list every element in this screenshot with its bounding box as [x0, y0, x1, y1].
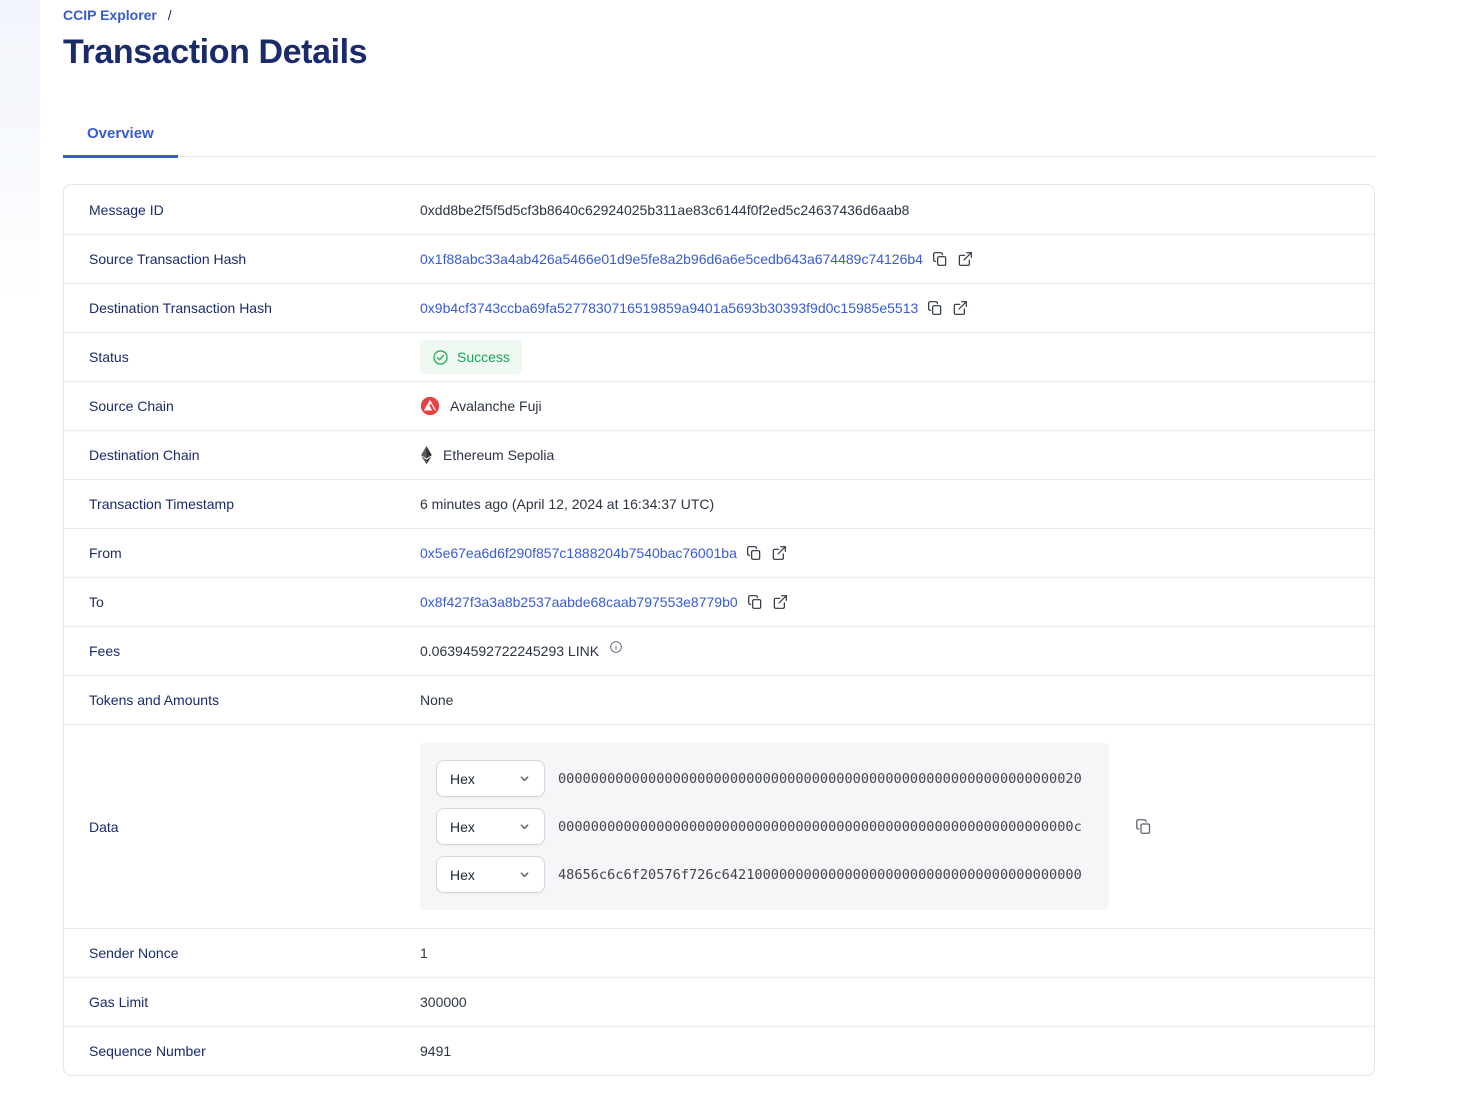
- to-address-link[interactable]: 0x8f427f3a3a8b2537aabde68caab797553e8779…: [420, 593, 738, 611]
- row-label: Status: [89, 349, 129, 365]
- destination-chain-name: Ethereum Sepolia: [443, 447, 555, 463]
- row-destination-tx-hash: Destination Transaction Hash 0x9b4cf3743…: [64, 283, 1374, 332]
- row-label: Message ID: [89, 201, 164, 218]
- row-label: Sequence Number: [89, 1043, 206, 1059]
- external-link-icon[interactable]: [772, 594, 788, 610]
- copy-icon[interactable]: [932, 251, 948, 267]
- breadcrumb-ccip-explorer-link[interactable]: CCIP Explorer: [63, 7, 157, 23]
- data-hex-line: 0000000000000000000000000000000000000000…: [558, 770, 1082, 787]
- copy-icon[interactable]: [1135, 818, 1152, 835]
- row-fees: Fees 0.06394592722245293 LINK: [64, 626, 1374, 675]
- page-content: CCIP Explorer / Transaction Details Over…: [63, 0, 1375, 1076]
- message-id-value: 0xdd8be2f5f5d5cf3b8640c62924025b311ae83c…: [420, 201, 910, 218]
- breadcrumb-separator: /: [167, 7, 172, 23]
- row-label: Destination Transaction Hash: [89, 300, 272, 316]
- check-circle-icon: [432, 349, 449, 366]
- row-data: Data Hex 0000000000000000000000000000000…: [64, 724, 1374, 928]
- row-label: To: [89, 594, 104, 610]
- copy-icon[interactable]: [927, 300, 943, 316]
- data-line: Hex 000000000000000000000000000000000000…: [436, 760, 1093, 797]
- data-hex-panel: Hex 000000000000000000000000000000000000…: [420, 743, 1109, 910]
- row-label: Transaction Timestamp: [89, 496, 234, 512]
- row-label: Sender Nonce: [89, 945, 179, 961]
- row-to: To 0x8f427f3a3a8b2537aabde68caab797553e8…: [64, 577, 1374, 626]
- external-link-icon[interactable]: [957, 251, 973, 267]
- tab-overview[interactable]: Overview: [63, 117, 178, 158]
- row-from: From 0x5e67ea6d6f290f857c1888204b7540bac…: [64, 528, 1374, 577]
- external-link-icon[interactable]: [952, 300, 968, 316]
- tab-bar: Overview: [63, 117, 1375, 158]
- row-label: Source Transaction Hash: [89, 251, 247, 267]
- avalanche-logo-icon: [420, 396, 440, 416]
- fees-value: 0.06394592722245293 LINK: [420, 643, 600, 659]
- data-hex-line: 48656c6c6f20576f726c64210000000000000000…: [558, 866, 1082, 883]
- info-icon[interactable]: [609, 640, 623, 654]
- data-format-select-value: Hex: [450, 770, 475, 787]
- transaction-timestamp-value: 6 minutes ago (April 12, 2024 at 16:34:3…: [420, 496, 715, 512]
- row-source-chain: Source Chain Avalanche Fuji: [64, 381, 1374, 430]
- row-label: Data: [89, 818, 119, 835]
- row-tokens-and-amounts: Tokens and Amounts None: [64, 675, 1374, 724]
- sender-nonce-value: 1: [420, 945, 428, 961]
- row-message-id: Message ID 0xdd8be2f5f5d5cf3b8640c629240…: [64, 185, 1374, 234]
- row-sequence-number: Sequence Number 9491: [64, 1026, 1374, 1075]
- external-link-icon[interactable]: [771, 545, 787, 561]
- row-label: Source Chain: [89, 398, 174, 414]
- chevron-down-icon: [518, 820, 531, 833]
- row-label: From: [89, 545, 122, 561]
- breadcrumb: CCIP Explorer /: [63, 7, 1375, 23]
- row-label: Tokens and Amounts: [89, 692, 219, 708]
- transaction-details-card: Message ID 0xdd8be2f5f5d5cf3b8640c629240…: [63, 184, 1375, 1076]
- status-badge: Success: [420, 340, 522, 374]
- data-format-select[interactable]: Hex: [436, 808, 545, 845]
- copy-icon[interactable]: [747, 594, 763, 610]
- source-chain-name: Avalanche Fuji: [450, 398, 542, 414]
- destination-tx-hash-link[interactable]: 0x9b4cf3743ccba69fa5277830716519859a9401…: [420, 299, 918, 317]
- data-line: Hex 000000000000000000000000000000000000…: [436, 808, 1093, 845]
- sequence-number-value: 9491: [420, 1043, 452, 1059]
- chevron-down-icon: [518, 772, 531, 785]
- row-label: Destination Chain: [89, 447, 200, 463]
- page-title: Transaction Details: [63, 33, 368, 71]
- source-tx-hash-link[interactable]: 0x1f88abc33a4ab426a5466e01d9e5fe8a2b96d6…: [420, 250, 923, 268]
- data-format-select[interactable]: Hex: [436, 760, 545, 797]
- row-destination-chain: Destination Chain Ethereum Sepolia: [64, 430, 1374, 479]
- tokens-and-amounts-value: None: [420, 692, 454, 708]
- row-status: Status Success: [64, 332, 1374, 381]
- row-transaction-timestamp: Transaction Timestamp 6 minutes ago (Apr…: [64, 479, 1374, 528]
- data-hex-line: 0000000000000000000000000000000000000000…: [558, 818, 1082, 835]
- row-source-tx-hash: Source Transaction Hash 0x1f88abc33a4ab4…: [64, 234, 1374, 283]
- row-sender-nonce: Sender Nonce 1: [64, 928, 1374, 977]
- gas-limit-value: 300000: [420, 994, 467, 1010]
- data-format-select[interactable]: Hex: [436, 856, 545, 893]
- status-badge-label: Success: [457, 349, 510, 365]
- row-gas-limit: Gas Limit 300000: [64, 977, 1374, 1026]
- ethereum-logo-icon: [420, 445, 433, 465]
- data-format-select-value: Hex: [450, 866, 475, 883]
- copy-icon[interactable]: [746, 545, 762, 561]
- data-format-select-value: Hex: [450, 818, 475, 835]
- data-line: Hex 48656c6c6f20576f726c6421000000000000…: [436, 856, 1093, 893]
- left-edge-gradient: [0, 0, 40, 300]
- chevron-down-icon: [518, 868, 531, 881]
- row-label: Fees: [89, 643, 121, 659]
- row-label: Gas Limit: [89, 994, 149, 1010]
- from-address-link[interactable]: 0x5e67ea6d6f290f857c1888204b7540bac76001…: [420, 544, 737, 562]
